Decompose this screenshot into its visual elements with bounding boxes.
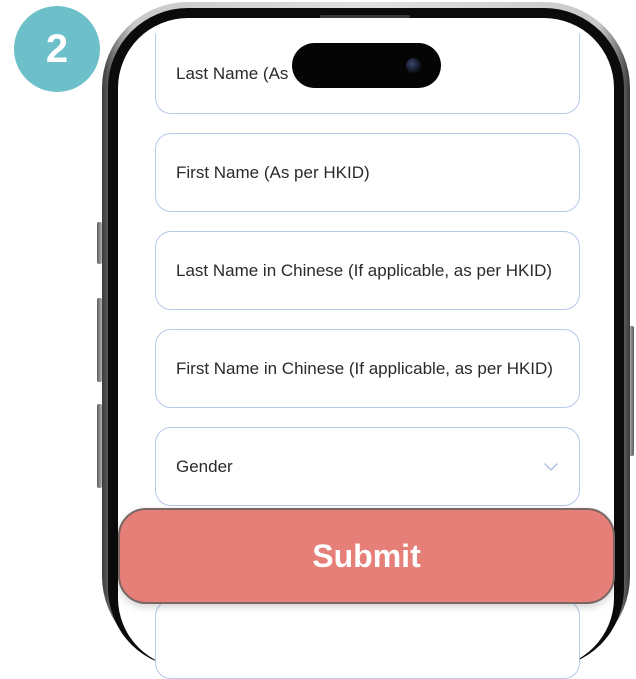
first-name-chinese-field[interactable]: First Name in Chinese (If applicable, as… — [155, 329, 580, 408]
camera-icon — [406, 58, 421, 73]
first-name-placeholder: First Name (As per HKID) — [176, 162, 370, 182]
first-name-field[interactable]: First Name (As per HKID) — [155, 133, 580, 212]
phone-speaker — [320, 15, 410, 18]
last-name-placeholder: Last Name (As — [176, 63, 289, 83]
step-number-badge: 2 — [14, 6, 100, 92]
dynamic-island — [292, 43, 441, 88]
submit-button[interactable]: Submit — [118, 508, 615, 604]
gender-placeholder: Gender — [176, 456, 233, 476]
last-name-chinese-placeholder: Last Name in Chinese (If applicable, as … — [176, 260, 553, 280]
gender-select[interactable]: Gender — [155, 427, 580, 506]
last-name-chinese-field[interactable]: Last Name in Chinese (If applicable, as … — [155, 231, 580, 310]
next-form-field[interactable] — [155, 600, 580, 679]
chevron-down-icon — [543, 459, 559, 475]
first-name-chinese-placeholder: First Name in Chinese (If applicable, as… — [176, 358, 553, 378]
